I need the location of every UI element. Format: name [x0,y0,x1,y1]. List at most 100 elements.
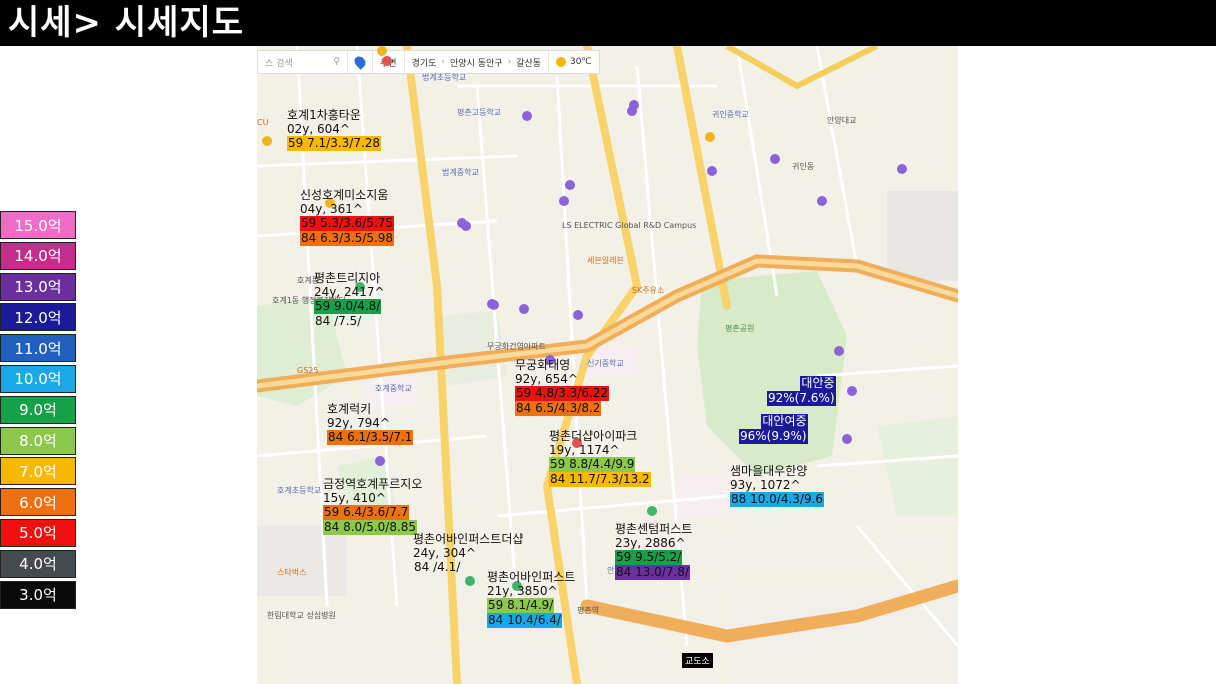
legend-item: 4.0억 [0,549,76,578]
apartment-annotation[interactable]: 평촌센텀퍼스트 23y, 2886^ 59 9.5/5.2/84 13.0/7.8/ [615,522,692,580]
title-bar: 시세> 시세지도 [0,0,1216,46]
map-label: SK주유소 [632,286,665,295]
apartment-name: 호계럭키 [327,402,372,416]
poi-marker-icon[interactable] [375,456,385,466]
apartment-name: 평촌트리지아 [314,271,381,285]
map-toolbar: 스 검색 ⚲ 주변 경기도›안양시 동안구›갈산동 30℃ [257,50,600,74]
apartment-info: 24y, 304^ [413,546,476,560]
poi-marker-icon[interactable] [842,434,852,444]
location-button[interactable] [348,51,373,73]
page: 시세> 시세지도 15.0억 14.0억 13.0억 12.0억 11.0억 10.0억 9… [0,0,1216,684]
legend-item: 3.0억 [0,580,76,609]
poi-marker-icon[interactable] [565,180,575,190]
apartment-name: 평촌어바인퍼스트더샵 [413,532,524,546]
map-label: 스타벅스 [277,568,307,577]
poi-marker-icon[interactable] [627,106,637,116]
location-pin-icon [352,54,368,70]
map-label: 한림대학교 성심병원 [267,611,336,620]
apartment-annotation[interactable]: 평촌어바인퍼스트 21y, 3850^ 59 8.1/4.9/84 10.4/6.4… [487,570,575,628]
legend-item: 6.0억 [0,488,76,517]
apartment-annotation[interactable]: 호계럭키 92y, 794^ 84 6.1/3.5/7.1 [327,402,414,445]
map-search[interactable]: 스 검색 ⚲ [258,51,348,73]
apartment-annotation[interactable]: 금정역호계푸르지오 15y, 410^ 59 6.4/3.6/7.7 84 8.0/5… [323,477,422,535]
apartment-name: 호계1차흥타운 [287,108,361,122]
apartment-name: 금정역호계푸르지오 [323,477,423,491]
map-label: 세븐일레븐 [587,256,624,265]
breadcrumb: 경기도 › 안양시 동안구 › 갈산동 [405,51,550,73]
school-name: 대안중 [800,376,836,391]
map-search-placeholder: 스 검색 [265,58,293,69]
map-label: 호계중학교 [375,384,412,393]
poi-marker-icon[interactable] [382,56,392,66]
price-row: 59 8.1/4.9/ [487,598,555,613]
apartment-annotation[interactable]: 평촌어바인퍼스트더샵 24y, 304^ 84 /4.1/ [413,532,523,575]
poi-marker-icon[interactable] [847,386,857,396]
weather-temp: 30℃ [570,57,592,67]
poi-marker-icon[interactable] [705,132,715,142]
poi-marker-icon[interactable] [770,154,780,164]
price-row: 84 /7.5/ [315,314,362,328]
apartment-info: 19y, 1174^ [549,443,620,457]
poi-marker-icon[interactable] [522,111,532,121]
apartment-annotation[interactable]: 무궁화태영 92y, 654^ 59 4.8/3.3/6.22 84 6.5/4.3/… [515,358,610,416]
price-row: 84 8.0/5.0/8.85 [323,520,418,535]
apartment-annotation[interactable]: 신성호계미소지움 04y, 361^ 59 5.3/3.6/5.75 84 6.3/3… [300,188,395,246]
price-row: 84 /4.1/ [414,560,461,574]
legend-item: 10.0억 [0,364,76,393]
apartment-info: 02y, 604^ [287,122,350,136]
search-icon[interactable]: ⚲ [333,57,340,67]
poi-marker-icon[interactable] [465,576,475,586]
breadcrumb-item[interactable]: 안양시 동안구 [450,56,503,69]
apartment-annotation[interactable]: 호계1차흥타운 02y, 604^ 59 7.1/3.3/7.28 [287,108,382,151]
poi-marker-icon[interactable] [817,196,827,206]
poi-marker-icon[interactable] [897,164,907,174]
map-label: CU [257,118,269,127]
poi-marker-icon[interactable] [707,166,717,176]
apartment-info: 15y, 410^ [323,491,386,505]
price-row: 59 8.8/4.4/9.9 [549,457,636,472]
apartment-info: 92y, 794^ [327,416,390,430]
map-label: LS ELECTRIC Global R&D Campus [562,221,697,230]
breadcrumb-item[interactable]: 경기도 [412,56,437,69]
legend-item: 12.0억 [0,303,76,332]
apartment-info: 92y, 654^ [515,372,578,386]
school-tag[interactable]: 대안중 92%(7.6%) [767,376,836,406]
chevron-right-icon: › [441,57,446,67]
chevron-right-icon: › [507,57,512,67]
apartment-annotation[interactable]: 평촌트리지아 24y, 2417^ 59 9.0/4.8/84 /7.5/ [314,271,385,329]
map-label: 평촌역 [577,606,600,615]
apartment-annotation[interactable]: 샘마을대우한양 93y, 1072^ 88 10.0/4.3/9.6 [730,464,825,507]
poi-marker-icon[interactable] [834,346,844,356]
poi-marker-icon[interactable] [377,46,387,56]
school-tag[interactable]: 대안여중 96%(9.9%) [739,414,808,444]
poi-marker-icon[interactable] [559,196,569,206]
poi-marker-icon[interactable] [573,310,583,320]
poi-marker-icon[interactable] [461,221,471,231]
price-row: 59 5.3/3.6/5.75 [300,216,395,231]
breadcrumb-item[interactable]: 갈산동 [516,56,541,69]
price-row: 59 6.4/3.6/7.7 [323,505,410,520]
poi-marker-icon[interactable] [647,506,657,516]
apartment-annotation[interactable]: 평촌더샵아이파크 19y, 1174^ 59 8.8/4.4/9.9 84 11.7/… [549,429,651,487]
poi-marker-icon[interactable] [487,299,497,309]
map-label: 귀인동 [792,162,815,171]
apartment-info: 04y, 361^ [300,202,363,216]
price-legend: 15.0억 14.0억 13.0억 12.0억 11.0억 10.0억 9.0억 8.0억 7.… [0,211,76,611]
weather: 30℃ [549,51,599,73]
apartment-info: 21y, 3850^ [487,584,558,598]
school-rate: 96%(9.9%) [739,429,808,444]
map-view[interactable]: 스 검색 ⚲ 주변 경기도›안양시 동안구›갈산동 30℃ 법계초등학교평촌고등… [257,46,958,684]
apartment-info: 24y, 2417^ [314,285,385,299]
legend-item: 15.0억 [0,211,76,239]
legend-item: 14.0억 [0,241,76,270]
legend-item: 7.0억 [0,457,76,486]
apartment-info: 23y, 2886^ [615,536,686,550]
price-row: 84 11.7/7.3/13.2 [549,472,651,487]
legend-item: 9.0억 [0,395,76,424]
apartment-name: 평촌더샵아이파크 [549,429,638,443]
legend-item: 5.0억 [0,518,76,547]
poi-marker-icon[interactable] [262,136,272,146]
poi-marker-icon[interactable] [519,304,529,314]
map-label: 범계중학교 [442,168,479,177]
legend-item: 13.0억 [0,272,76,301]
